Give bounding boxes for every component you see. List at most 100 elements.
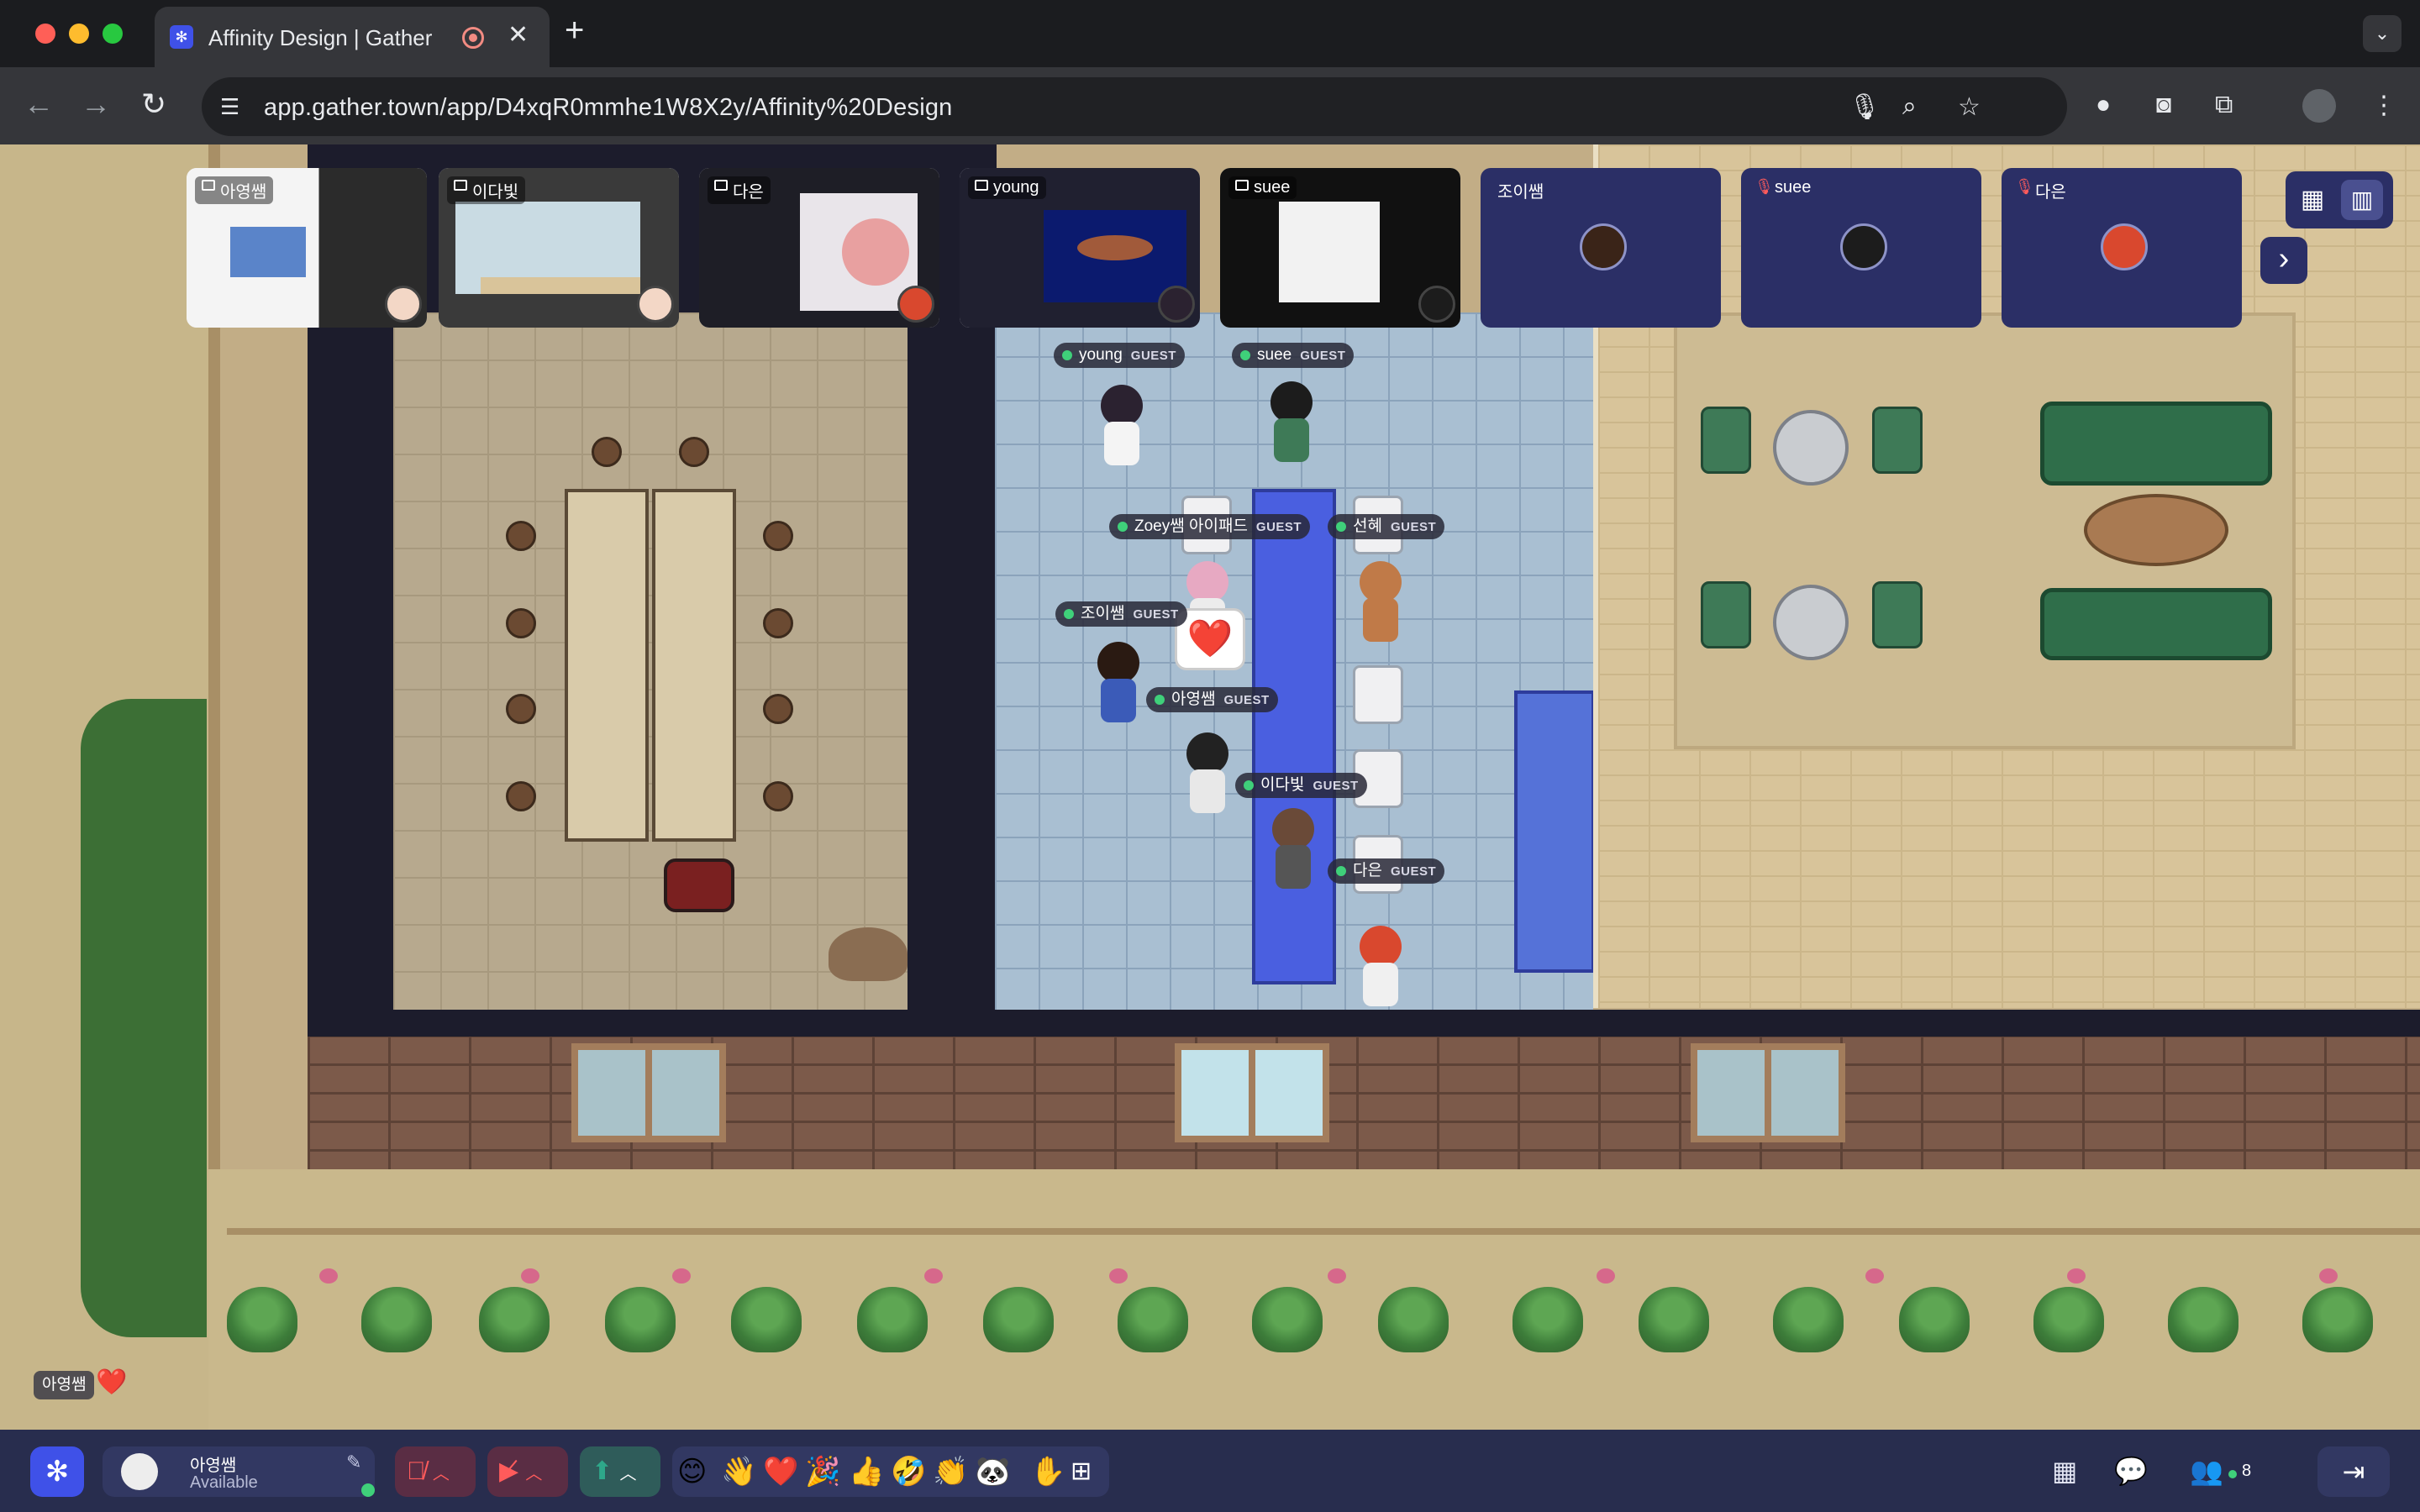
chevron-up-icon[interactable]: ︿ bbox=[619, 1465, 636, 1483]
green-sofa bbox=[2040, 588, 2272, 660]
reload-button[interactable]: ↻ bbox=[141, 86, 166, 123]
screen-share-tile[interactable]: suee bbox=[1220, 168, 1460, 328]
camera-tile[interactable]: 🎙 suee bbox=[1741, 168, 1981, 328]
nametag-seonhye[interactable]: 선혜 GUEST bbox=[1328, 514, 1445, 539]
online-status-dot bbox=[361, 1483, 375, 1497]
white-chair bbox=[1353, 665, 1403, 724]
profile-avatar[interactable] bbox=[2302, 89, 2336, 123]
participants-icon[interactable]: 👥 bbox=[2190, 1455, 2223, 1487]
camera-tile[interactable]: 조이쌤 bbox=[1481, 168, 1721, 328]
more-emotes-icon[interactable]: ⊞ bbox=[1071, 1455, 1092, 1488]
nametag-young[interactable]: young GUEST bbox=[1054, 343, 1185, 368]
player-avatar-daeun[interactable] bbox=[1351, 926, 1410, 1010]
forward-button[interactable]: → bbox=[81, 86, 111, 123]
map-view-icon[interactable]: ▥ bbox=[2341, 180, 2383, 220]
edit-pencil-icon[interactable]: ✎ bbox=[346, 1452, 361, 1473]
tab-search-button[interactable]: ⌄ bbox=[2363, 15, 2402, 52]
gather-map[interactable]: ❤️ young GUEST suee GUEST Zoey쌤 아이패드 GUEST … bbox=[0, 144, 2420, 1430]
site-settings-icon[interactable]: ☰ bbox=[220, 94, 239, 120]
address-bar[interactable]: ☰ app.gather.town/app/D4xqR0mmhe1W8X2y/A… bbox=[202, 77, 2067, 136]
guest-badge: GUEST bbox=[1300, 349, 1346, 363]
screen-share-tile[interactable]: young bbox=[960, 168, 1200, 328]
smile-emote-button[interactable]: 😊 bbox=[677, 1455, 707, 1488]
panda-emote-button[interactable]: 🐼 bbox=[975, 1455, 1010, 1488]
camera-toggle-button[interactable]: ▶̸ ︿ bbox=[487, 1446, 568, 1497]
player-avatar-idabit[interactable] bbox=[1264, 808, 1323, 892]
gather-favicon-icon: ✻ bbox=[170, 25, 193, 49]
tile-name: 조이쌤 bbox=[1497, 183, 1544, 202]
laugh-emote-button[interactable]: 🤣 bbox=[891, 1455, 926, 1488]
extensions-puzzle-icon[interactable]: ⧉ bbox=[2215, 91, 2233, 119]
user-avatar bbox=[121, 1453, 158, 1490]
active-tab[interactable]: ✻ Affinity Design | Gather ✕ bbox=[155, 7, 550, 67]
nametag-idabit[interactable]: 이다빛 GUEST bbox=[1235, 773, 1367, 798]
chat-icon[interactable]: 💬 bbox=[2114, 1455, 2148, 1487]
browser-menu-icon[interactable]: ⋮ bbox=[2371, 91, 2396, 120]
heart-emote-button[interactable]: ❤️ bbox=[763, 1455, 798, 1488]
chevron-up-icon[interactable]: ︿ bbox=[525, 1465, 542, 1483]
nametag-suee[interactable]: suee GUEST bbox=[1232, 343, 1355, 368]
tile-name: suee bbox=[1775, 178, 1812, 197]
leave-button[interactable]: ⇥ bbox=[2317, 1446, 2390, 1497]
microphone-toggle-button[interactable]: 🎙̸ ︿ bbox=[395, 1446, 476, 1497]
minimize-window-button[interactable] bbox=[69, 24, 89, 44]
ground-edge bbox=[227, 1228, 2420, 1235]
screen-share-button[interactable]: ⬆ ︿ bbox=[580, 1446, 660, 1497]
zoom-icon[interactable]: ⌕ bbox=[1902, 92, 1917, 121]
gather-menu-button[interactable]: ✻ bbox=[30, 1446, 84, 1497]
camera-tile[interactable]: 🎙 다은 bbox=[2002, 168, 2242, 328]
screen-share-tile[interactable]: 이다빛 bbox=[439, 168, 679, 328]
meeting-table bbox=[1252, 489, 1336, 984]
maximize-window-button[interactable] bbox=[103, 24, 123, 44]
green-sofa bbox=[2040, 402, 2272, 486]
tile-avatar bbox=[1580, 223, 1627, 270]
clap-emote-button[interactable]: 👏 bbox=[933, 1455, 968, 1488]
tile-name: young bbox=[993, 178, 1039, 197]
tab-close-button[interactable]: ✕ bbox=[508, 20, 529, 50]
chat-toast-name: 아영쌤 bbox=[34, 1371, 95, 1399]
nametag-ayoung[interactable]: 아영쌤 GUEST bbox=[1146, 687, 1278, 712]
chevron-up-icon[interactable]: ︿ bbox=[433, 1465, 450, 1483]
screen-share-tile[interactable]: 다은 bbox=[699, 168, 939, 328]
screen-share-tile[interactable]: 아영쌤 bbox=[187, 168, 427, 328]
tile-label: 다은 bbox=[708, 176, 771, 204]
player-name: 다은 bbox=[1353, 862, 1382, 879]
green-chair bbox=[1701, 407, 1751, 474]
nametag-zoey-ipad[interactable]: Zoey쌤 아이패드 GUEST bbox=[1109, 514, 1311, 539]
nametag-joy[interactable]: 조이쌤 GUEST bbox=[1055, 601, 1187, 627]
player-name: 선혜 bbox=[1353, 517, 1382, 535]
raise-hand-button[interactable]: ✋ bbox=[1030, 1455, 1065, 1488]
grid-view-icon[interactable]: ▦ bbox=[2297, 185, 2328, 215]
hedge bbox=[81, 699, 207, 1337]
back-button[interactable]: ← bbox=[24, 86, 54, 123]
player-avatar-joy[interactable] bbox=[1089, 642, 1148, 726]
bookmark-star-icon[interactable]: ☆ bbox=[1958, 92, 1981, 122]
wave-emote-button[interactable]: 👋 bbox=[721, 1455, 756, 1488]
calendar-icon[interactable]: ▦ bbox=[2052, 1455, 2077, 1487]
player-avatar-suee[interactable] bbox=[1262, 381, 1321, 465]
stool bbox=[506, 694, 536, 724]
next-videos-button[interactable]: › bbox=[2260, 237, 2307, 284]
green-chair bbox=[1872, 581, 1923, 648]
mic-off-icon: 🎙 bbox=[2015, 178, 2034, 195]
camera-icon[interactable]: ◙ bbox=[2156, 91, 2171, 119]
player-avatar-young[interactable] bbox=[1092, 385, 1151, 469]
party-emote-button[interactable]: 🎉 bbox=[805, 1455, 840, 1488]
stool bbox=[506, 521, 536, 551]
player-avatar-seonhye[interactable] bbox=[1351, 561, 1410, 645]
close-window-button[interactable] bbox=[35, 24, 55, 44]
camera-off-icon: ▶̸ bbox=[499, 1457, 519, 1485]
tile-avatar bbox=[2101, 223, 2148, 270]
microphone-icon[interactable]: 🎙 bbox=[1849, 92, 1881, 122]
player-avatar-ayoung[interactable] bbox=[1178, 732, 1237, 816]
blue-water-tile bbox=[1514, 690, 1595, 973]
new-tab-button[interactable]: + bbox=[565, 13, 584, 47]
user-status-card[interactable]: 아영쌤 Available ✎ bbox=[103, 1446, 375, 1497]
extension-record-icon[interactable]: ● bbox=[2096, 91, 2111, 119]
screen-share-icon: ⬆ bbox=[592, 1457, 613, 1485]
url-text[interactable]: app.gather.town/app/D4xqR0mmhe1W8X2y/Aff… bbox=[264, 94, 953, 122]
screen-share-icon bbox=[454, 180, 467, 191]
stool bbox=[679, 437, 709, 467]
thumbs-up-emote-button[interactable]: 👍 bbox=[849, 1455, 884, 1488]
nametag-daeun[interactable]: 다은 GUEST bbox=[1328, 858, 1445, 884]
